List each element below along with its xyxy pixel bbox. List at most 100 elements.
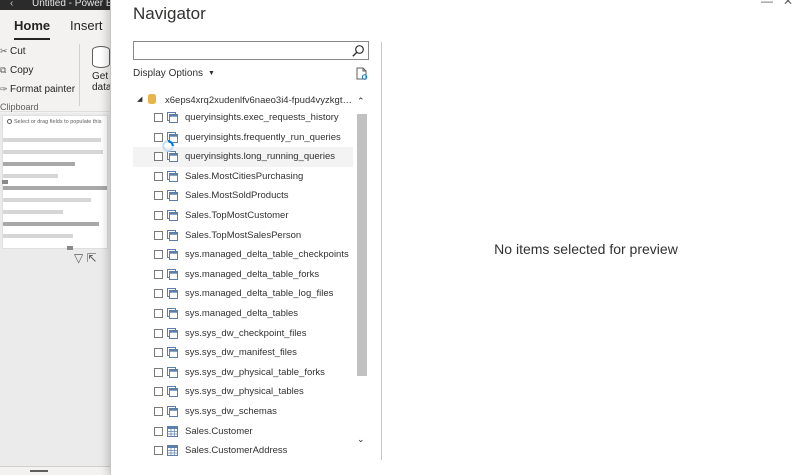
tree-item-label: sys.managed_delta_table_checkpoints xyxy=(185,249,349,261)
tree-item[interactable]: sys.sys_dw_checkpoint_files xyxy=(133,324,353,344)
item-checkbox[interactable] xyxy=(154,426,163,436)
item-checkbox[interactable] xyxy=(154,211,163,220)
chevron-down-icon: ▼ xyxy=(208,70,215,77)
visual-bar xyxy=(3,210,63,214)
ribbon-divider xyxy=(79,44,80,106)
tree-item[interactable]: Sales.TopMostSalesPerson xyxy=(133,226,353,246)
item-checkbox[interactable] xyxy=(154,289,163,299)
tree-item-label: Sales.MostSoldProducts xyxy=(185,190,289,202)
item-checkbox[interactable] xyxy=(154,348,163,358)
cut-button[interactable]: ✂ Cut xyxy=(0,46,26,57)
item-checkbox[interactable] xyxy=(154,230,163,240)
tree-item[interactable]: sys.sys_dw_physical_tables xyxy=(133,382,353,402)
view-icon xyxy=(167,170,178,182)
resize-handle[interactable] xyxy=(67,246,73,250)
table-icon xyxy=(167,425,178,437)
focus-mode-icon[interactable]: ⇱ xyxy=(87,251,97,265)
format-painter-label: Format painter xyxy=(10,84,76,95)
navigator-dialog: Navigator — ✕ Display Options ▼ ◢ x6eps4x… xyxy=(110,0,800,475)
item-checkbox[interactable] xyxy=(154,387,163,397)
view-icon xyxy=(167,229,178,241)
item-checkbox[interactable] xyxy=(154,250,163,260)
view-icon xyxy=(167,190,178,202)
refresh-document-icon[interactable] xyxy=(355,67,368,80)
item-checkbox[interactable] xyxy=(154,113,163,122)
scroll-up-icon[interactable]: ⌃ xyxy=(357,96,365,107)
tab-home[interactable]: Home xyxy=(14,18,51,40)
database-icon xyxy=(148,94,156,104)
format-painter-button[interactable]: ✑ Format painter xyxy=(0,84,75,95)
tree-item[interactable]: queryinsights.exec_requests_history xyxy=(133,108,353,128)
search-input[interactable] xyxy=(134,42,350,59)
tree-item[interactable]: sys.managed_delta_table_log_files xyxy=(133,284,353,304)
info-icon xyxy=(7,119,12,124)
collapse-triangle-icon[interactable]: ◢ xyxy=(137,95,142,103)
scroll-down-icon[interactable]: ⌄ xyxy=(357,434,365,445)
get-data-label-2: data xyxy=(92,82,110,93)
view-icon xyxy=(167,210,178,221)
view-icon xyxy=(167,112,178,123)
clipboard-group-label: Clipboard xyxy=(0,102,39,112)
back-chevron-icon[interactable]: ‹ xyxy=(10,0,13,9)
tree-item-label: Sales.Customer xyxy=(185,425,253,437)
resize-handle[interactable] xyxy=(2,180,8,184)
tree-item-label: sys.managed_delta_tables xyxy=(185,308,299,319)
tree-item-label: queryinsights.long_running_queries xyxy=(185,151,335,163)
dialog-title: Navigator xyxy=(133,4,206,23)
view-icon xyxy=(167,268,178,280)
visual-bar xyxy=(3,186,107,190)
copy-button[interactable]: ⧉ Copy xyxy=(0,65,33,76)
tree-item[interactable]: sys.managed_delta_table_checkpoints xyxy=(133,245,353,265)
tree-item[interactable]: Sales.TopMostCustomer xyxy=(133,206,353,226)
visual-bar xyxy=(3,138,101,142)
tree-item-label: queryinsights.frequently_run_queries xyxy=(185,131,341,143)
page-tab-indicator xyxy=(30,470,48,472)
display-options-dropdown[interactable]: Display Options ▼ xyxy=(133,68,215,79)
view-icon xyxy=(167,366,178,378)
tab-insert[interactable]: Insert xyxy=(70,18,103,33)
scrollbar-thumb[interactable] xyxy=(357,114,367,376)
tree-item-label: sys.sys_dw_physical_tables xyxy=(185,386,304,398)
visual-bar xyxy=(3,222,99,226)
visual-placeholder[interactable]: Select or drag fields to populate this xyxy=(2,115,108,250)
visual-bar xyxy=(3,174,58,178)
tree-item[interactable]: sys.managed_delta_tables xyxy=(133,304,353,324)
view-icon xyxy=(167,288,178,300)
tree-item[interactable]: sys.sys_dw_physical_table_forks xyxy=(133,363,353,383)
tree-item[interactable]: Sales.MostSoldProducts xyxy=(133,186,353,206)
item-checkbox[interactable] xyxy=(154,446,163,456)
tree-root-database[interactable]: ◢ x6eps4xrq2xudenlfv6naeo3i4-fpud4vyzkgt… xyxy=(133,90,353,108)
report-canvas[interactable]: Select or drag fields to populate this ▽… xyxy=(0,113,110,475)
filter-icon[interactable]: ▽ xyxy=(74,251,83,265)
tree-item[interactable]: Sales.MostCitiesPurchasing xyxy=(133,167,353,187)
visual-hint: Select or drag fields to populate this xyxy=(7,119,101,125)
item-checkbox[interactable] xyxy=(154,407,163,416)
item-checkbox[interactable] xyxy=(154,152,163,162)
copy-icon: ⧉ xyxy=(0,65,7,75)
tree-item-label: sys.managed_delta_table_forks xyxy=(185,268,320,280)
visual-bar xyxy=(3,198,91,202)
view-icon xyxy=(167,327,178,339)
root-label: x6eps4xrq2xudenlfv6naeo3i4-fpud4vyzkgtu.… xyxy=(165,95,353,106)
tree-item[interactable]: Sales.CustomerAddress xyxy=(133,441,353,461)
item-checkbox[interactable] xyxy=(154,367,163,377)
get-data-button[interactable]: Get data xyxy=(84,46,110,102)
tree-scrollbar[interactable]: ⌃ ⌄ xyxy=(355,96,369,451)
tree-item[interactable]: Sales.Customer xyxy=(133,422,353,442)
tree-item[interactable]: sys.managed_delta_table_forks xyxy=(133,265,353,285)
search-icon[interactable] xyxy=(351,44,365,58)
item-checkbox[interactable] xyxy=(154,171,163,181)
ribbon-tabs: Home Insert xyxy=(0,10,110,40)
minimize-icon[interactable]: — xyxy=(761,0,773,8)
view-icon xyxy=(167,249,178,261)
item-checkbox[interactable] xyxy=(154,309,163,318)
item-checkbox[interactable] xyxy=(154,328,163,338)
tree-item[interactable]: sys.sys_dw_manifest_files xyxy=(133,343,353,363)
view-icon xyxy=(167,406,178,417)
close-icon[interactable]: ✕ xyxy=(783,0,793,8)
item-checkbox[interactable] xyxy=(154,191,163,201)
tree-item[interactable]: sys.sys_dw_schemas xyxy=(133,402,353,422)
item-checkbox[interactable] xyxy=(154,269,163,279)
tree-item-label: sys.sys_dw_manifest_files xyxy=(185,347,297,359)
get-data-label: Get xyxy=(92,71,109,82)
